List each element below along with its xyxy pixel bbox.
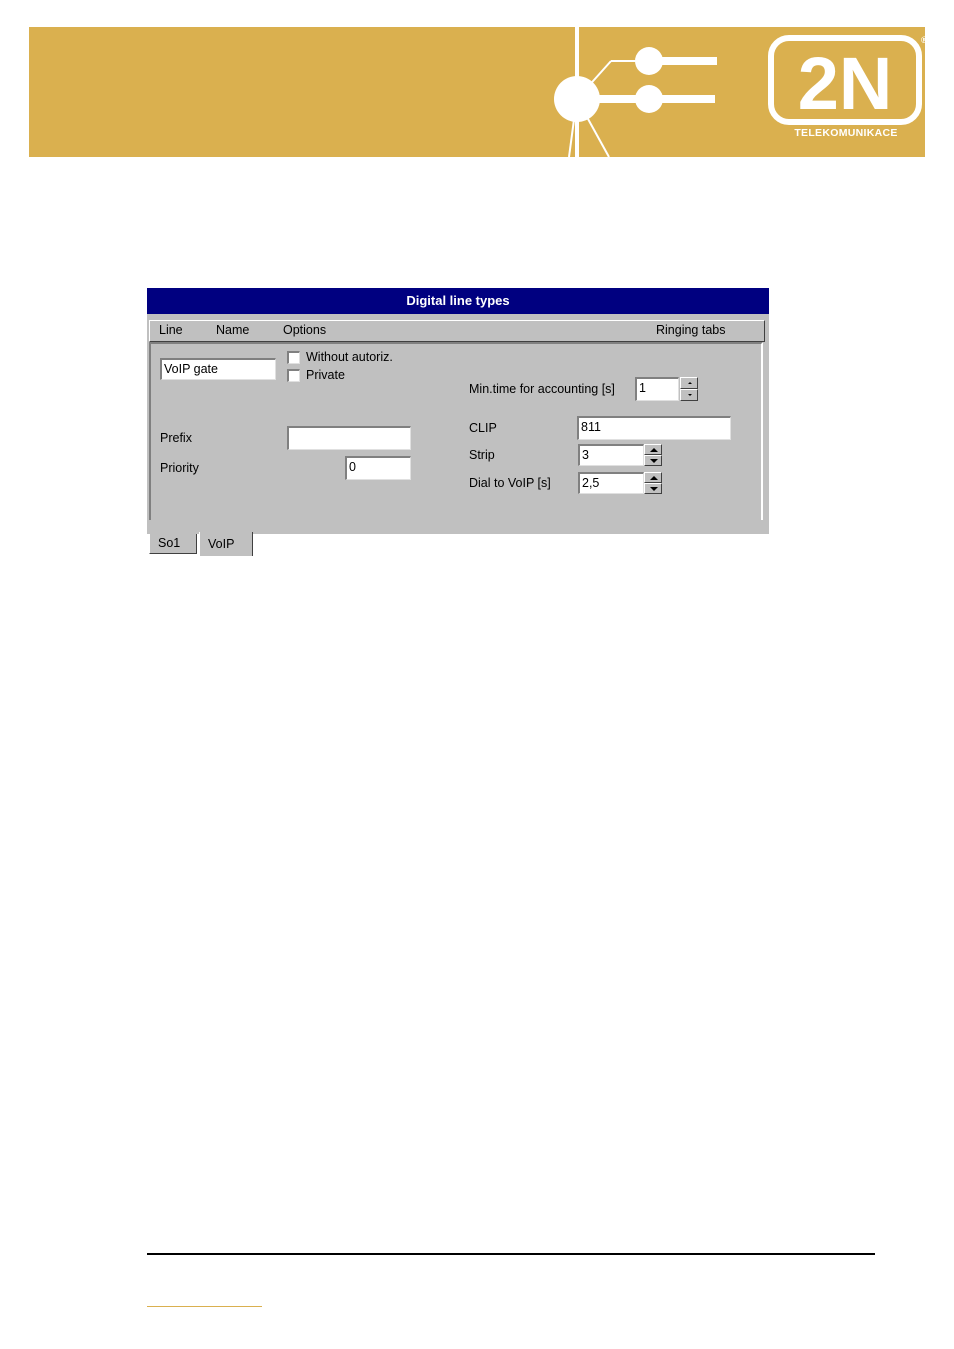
- column-line[interactable]: Line: [159, 323, 183, 337]
- priority-label: Priority: [160, 461, 199, 475]
- strip-spinner: [644, 444, 662, 466]
- prefix-label: Prefix: [160, 431, 192, 445]
- min-time-up-button[interactable]: [680, 377, 698, 389]
- min-time-down-button[interactable]: [680, 389, 698, 401]
- arrow-down-icon: [650, 487, 658, 491]
- arrow-up-icon: [650, 448, 658, 452]
- dialog-title: Digital line types: [147, 288, 769, 314]
- priority-input[interactable]: 0: [345, 456, 411, 480]
- dial-to-voip-label: Dial to VoIP [s]: [469, 476, 551, 490]
- digital-line-types-dialog: Digital line types Line Name Options Rin…: [147, 288, 769, 556]
- min-time-input[interactable]: 1: [635, 377, 679, 401]
- without-autoriz-label: Without autoriz.: [306, 350, 393, 364]
- without-autoriz-checkbox[interactable]: [287, 351, 300, 364]
- arrow-down-icon: [650, 459, 658, 463]
- min-time-spinner: [680, 377, 698, 401]
- arrow-down-icon: [688, 394, 692, 396]
- line-settings-panel: VoIP gate Without autoriz. Private Prefi…: [149, 342, 763, 522]
- private-checkbox[interactable]: [287, 369, 300, 382]
- tab-voip[interactable]: VoIP: [199, 532, 253, 556]
- column-options[interactable]: Options: [283, 323, 326, 337]
- registered-mark: ®: [921, 35, 925, 45]
- prefix-input[interactable]: [287, 426, 411, 450]
- dial-to-voip-down-button[interactable]: [644, 483, 662, 494]
- private-label: Private: [306, 368, 345, 382]
- logo-text: 2N: [798, 42, 893, 125]
- dial-to-voip-spinner: [644, 472, 662, 494]
- header-banner: 2N TELEKOMUNIKACE ®: [29, 27, 925, 157]
- column-ringing-tabs[interactable]: Ringing tabs: [656, 323, 726, 337]
- footer-accent-line: [147, 1306, 262, 1307]
- strip-down-button[interactable]: [644, 455, 662, 466]
- dial-to-voip-input[interactable]: 2,5: [578, 472, 644, 494]
- min-time-label: Min.time for accounting [s]: [469, 382, 615, 396]
- clip-input[interactable]: 811: [577, 416, 731, 440]
- strip-up-button[interactable]: [644, 444, 662, 455]
- dial-to-voip-up-button[interactable]: [644, 472, 662, 483]
- strip-input[interactable]: 3: [578, 444, 644, 466]
- column-header: Line Name Options Ringing tabs: [149, 320, 765, 342]
- tab-so1[interactable]: So1: [149, 534, 197, 554]
- strip-label: Strip: [469, 448, 495, 462]
- arrow-up-icon: [650, 476, 658, 480]
- arrow-up-icon: [688, 382, 692, 384]
- column-name[interactable]: Name: [216, 323, 249, 337]
- name-field[interactable]: VoIP gate: [160, 358, 276, 380]
- brand-tagline: TELEKOMUNIKACE: [794, 127, 898, 139]
- footer-divider: [147, 1253, 875, 1255]
- clip-label: CLIP: [469, 421, 497, 435]
